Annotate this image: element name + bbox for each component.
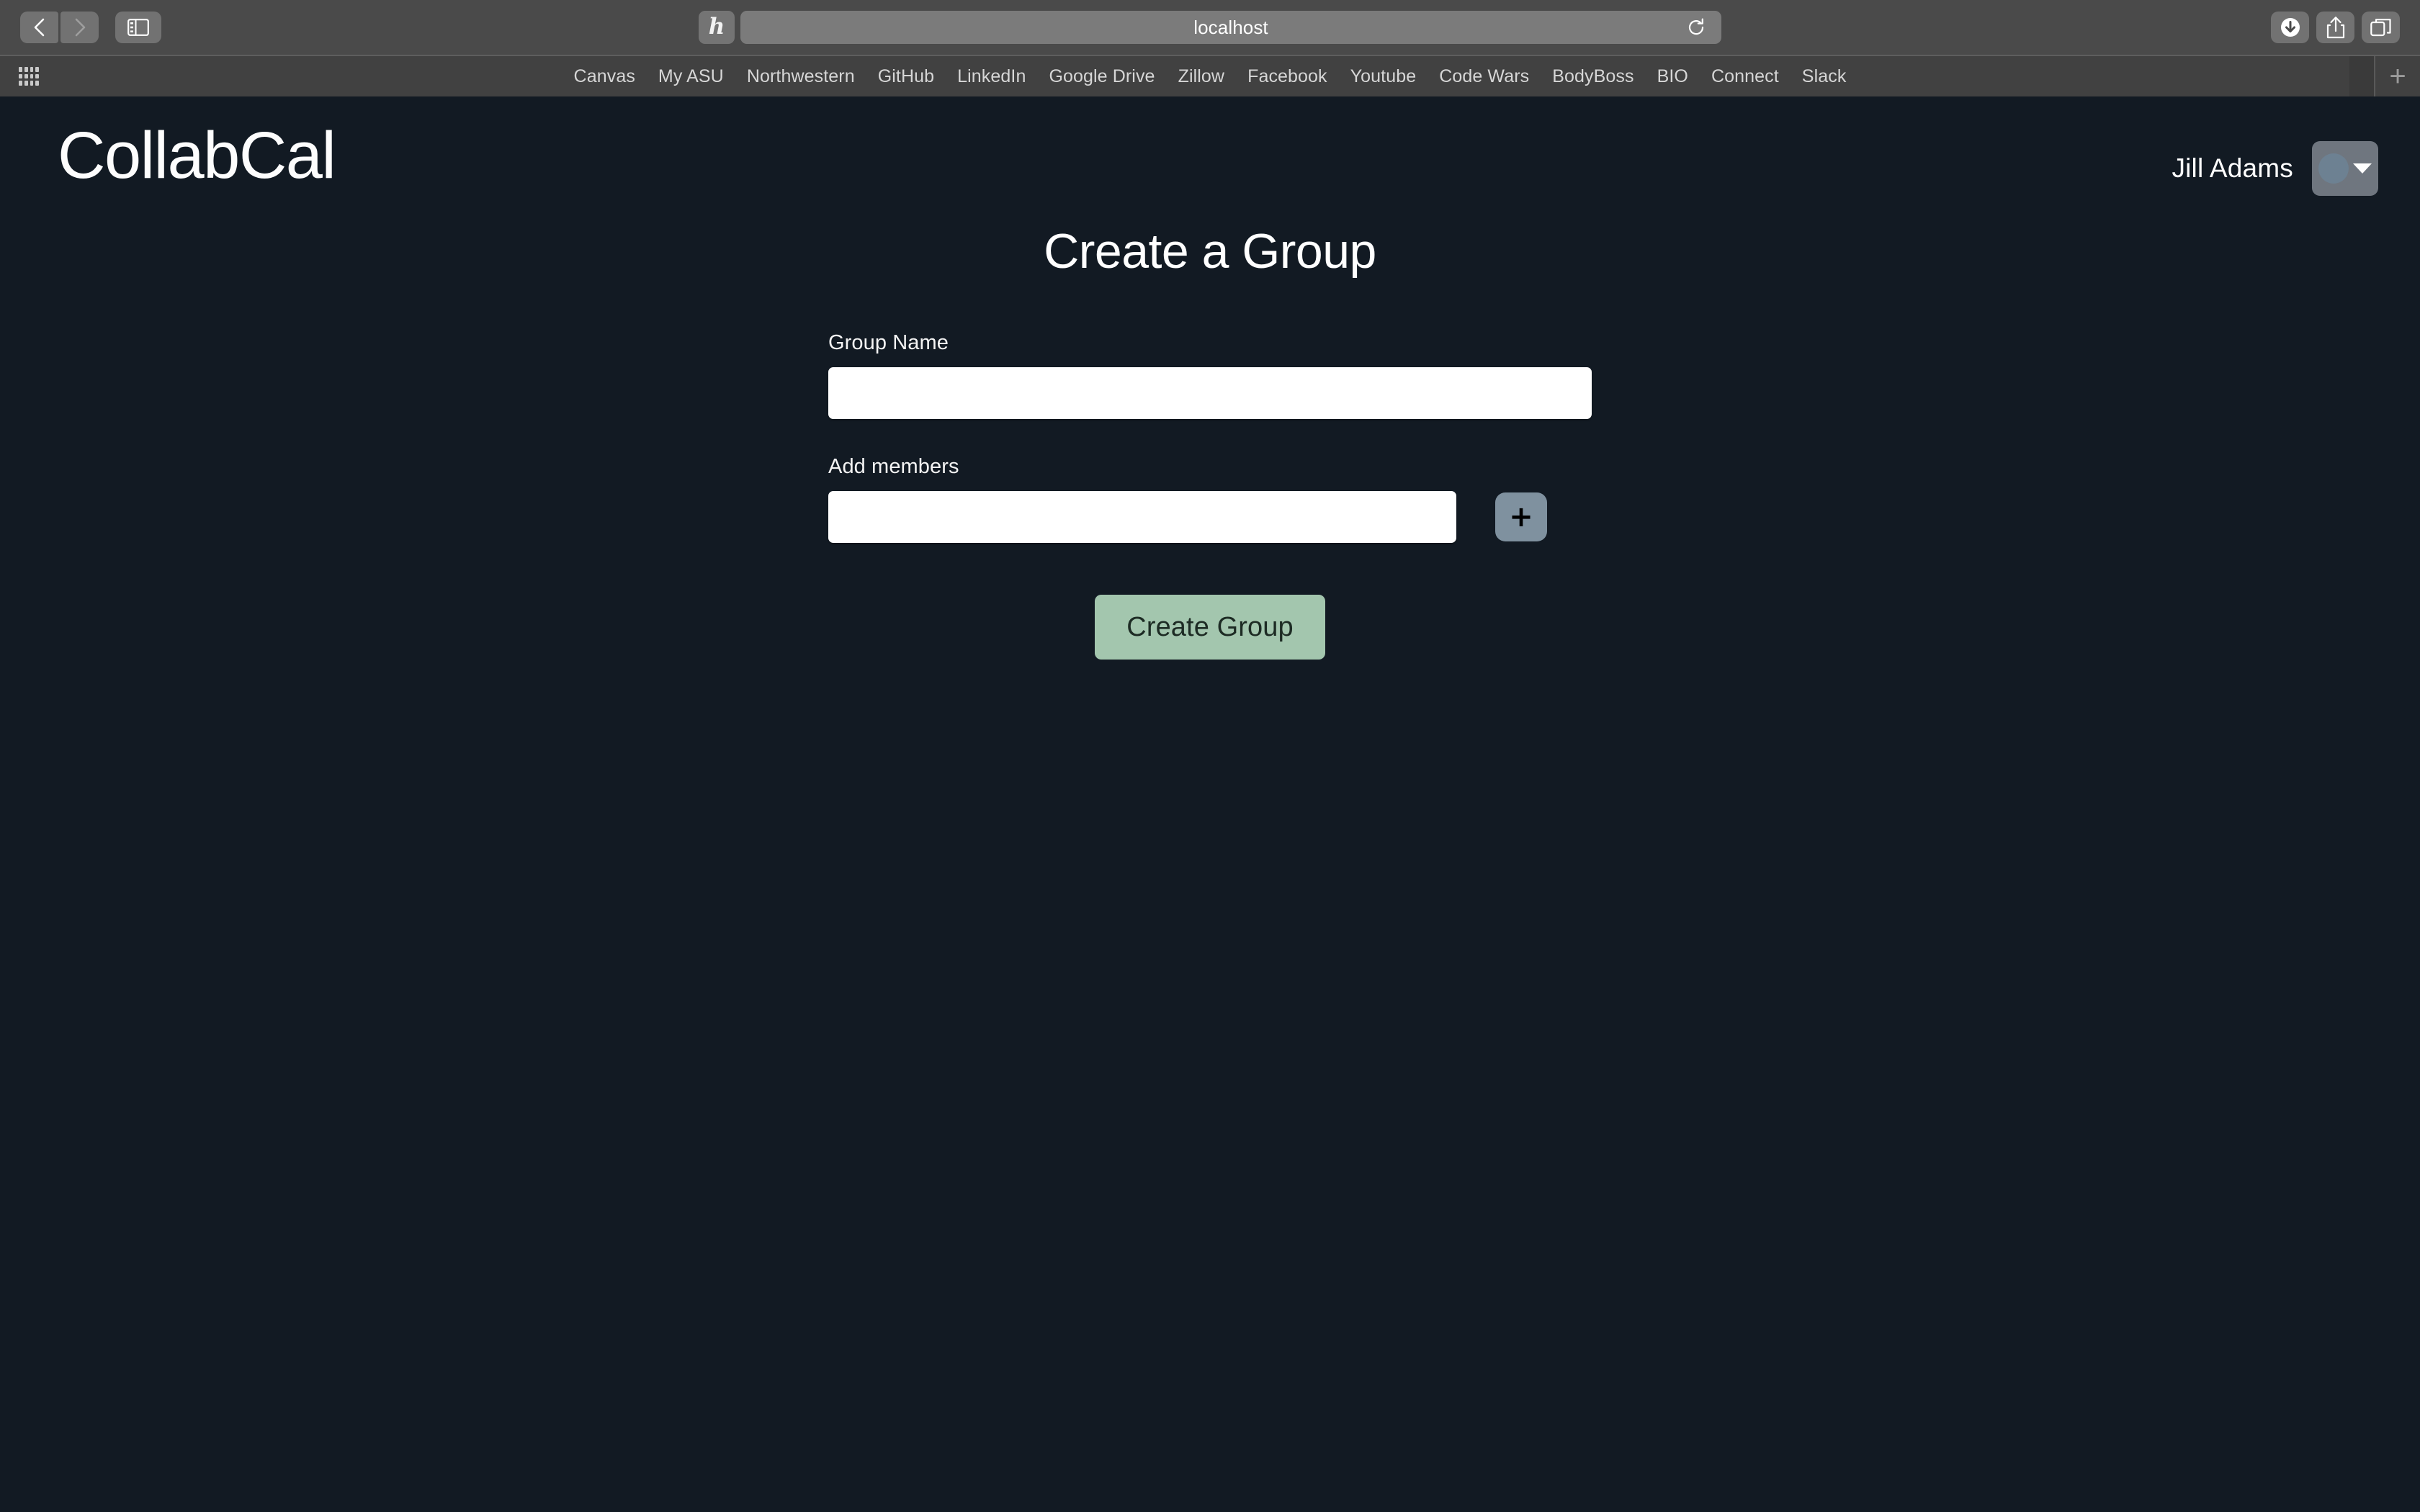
- sidebar-toggle-button[interactable]: [115, 12, 161, 43]
- group-name-field-block: Group Name: [828, 331, 1592, 419]
- bookmark-item[interactable]: Google Drive: [1037, 63, 1166, 90]
- add-members-row: +: [828, 491, 1592, 543]
- bookmark-item[interactable]: BodyBoss: [1541, 63, 1645, 90]
- bookmark-item[interactable]: My ASU: [647, 63, 735, 90]
- address-bar[interactable]: localhost: [740, 11, 1721, 44]
- reload-icon[interactable]: [1687, 18, 1706, 37]
- bookmark-item[interactable]: Facebook: [1236, 63, 1339, 90]
- add-member-button[interactable]: +: [1495, 492, 1547, 541]
- bookmark-item[interactable]: Youtube: [1339, 63, 1428, 90]
- bookmark-item[interactable]: Zillow: [1167, 63, 1237, 90]
- bookmark-item[interactable]: GitHub: [866, 63, 946, 90]
- back-button[interactable]: [20, 12, 58, 43]
- apps-grid-icon[interactable]: [19, 67, 39, 86]
- submit-row: Create Group: [828, 595, 1592, 660]
- group-name-input[interactable]: [828, 367, 1592, 419]
- bookmark-item[interactable]: Canvas: [563, 63, 647, 90]
- forward-button[interactable]: [60, 12, 99, 43]
- create-group-form: Group Name Add members + Create Group: [828, 331, 1592, 660]
- sidebar-toggle-icon: [127, 19, 149, 36]
- chevron-right-icon: [71, 17, 89, 38]
- navigation-buttons: [20, 12, 161, 43]
- app-header: CollabCal Jill Adams: [0, 96, 2420, 196]
- create-group-button[interactable]: Create Group: [1095, 595, 1325, 660]
- brand-logo[interactable]: CollabCal: [58, 121, 336, 191]
- share-button[interactable]: [2316, 12, 2354, 43]
- share-icon: [2326, 16, 2345, 39]
- avatar: [2318, 153, 2349, 184]
- bookmark-item[interactable]: Slack: [1791, 63, 1858, 90]
- add-members-label: Add members: [828, 455, 959, 478]
- plus-icon: +: [1509, 500, 1533, 534]
- browser-toolbar: h localhost: [0, 0, 2420, 55]
- bookmarks-bar: Canvas My ASU Northwestern GitHub Linked…: [0, 55, 2420, 96]
- bookmark-list: Canvas My ASU Northwestern GitHub Linked…: [563, 63, 1858, 90]
- chevron-down-icon: [2353, 163, 2372, 174]
- downloads-icon: [2280, 17, 2301, 38]
- chevron-left-icon: [31, 17, 48, 38]
- new-tab-zone: +: [2349, 56, 2420, 96]
- main-content: Create a Group Group Name Add members + …: [0, 223, 2420, 660]
- page-title: Create a Group: [1044, 224, 1376, 279]
- extension-button[interactable]: h: [699, 11, 735, 44]
- add-members-field-block: Add members +: [828, 455, 1592, 543]
- tab-strip-edge: [2349, 56, 2375, 96]
- bookmark-item[interactable]: Connect: [1700, 63, 1791, 90]
- url-text: localhost: [1193, 16, 1268, 38]
- new-tab-button[interactable]: +: [2375, 56, 2420, 96]
- tab-overview-button[interactable]: [2362, 12, 2400, 43]
- add-members-input[interactable]: [828, 491, 1456, 543]
- bookmark-item[interactable]: Code Wars: [1428, 63, 1541, 90]
- toolbar-right-buttons: [2271, 12, 2400, 43]
- user-area: Jill Adams: [2172, 141, 2378, 196]
- group-name-label: Group Name: [828, 331, 949, 354]
- user-name: Jill Adams: [2172, 153, 2293, 183]
- downloads-button[interactable]: [2271, 12, 2309, 43]
- profile-menu-button[interactable]: [2312, 141, 2378, 196]
- bookmark-item[interactable]: Northwestern: [735, 63, 866, 90]
- bookmark-item[interactable]: LinkedIn: [946, 63, 1037, 90]
- page-content: CollabCal Jill Adams Create a Group Grou…: [0, 96, 2420, 1512]
- plus-icon: +: [2389, 60, 2406, 92]
- browser-chrome: h localhost Canvas My ASU Northwestern G…: [0, 0, 2420, 96]
- address-bar-cluster: h localhost: [699, 11, 1721, 44]
- bookmark-item[interactable]: BIO: [1646, 63, 1700, 90]
- tab-overview-icon: [2370, 17, 2392, 37]
